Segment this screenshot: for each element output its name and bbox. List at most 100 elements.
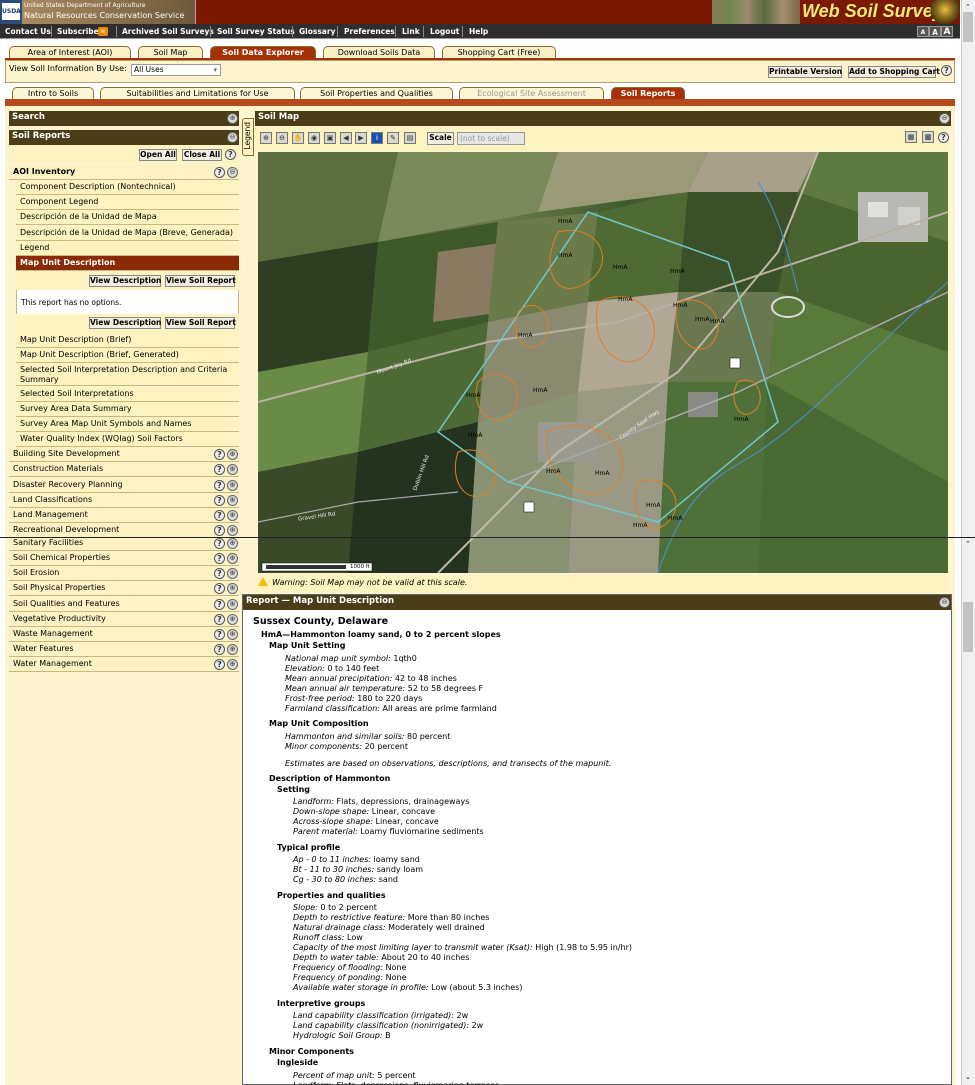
category-row[interactable]: Water Features <box>9 642 239 657</box>
view-by-use-select[interactable]: All Uses ▾ <box>131 64 221 76</box>
help-icon[interactable]: ? <box>214 495 225 506</box>
expand-icon[interactable]: ⊕ <box>227 464 238 475</box>
tab-soil-properties-qualities[interactable]: Soil Properties and Qualities <box>300 87 453 99</box>
category-row[interactable]: Waste Management <box>9 627 239 642</box>
category-row[interactable]: Building Site Development <box>9 447 239 462</box>
collapse-icon[interactable]: ⊖ <box>939 113 950 124</box>
help-icon[interactable]: ? <box>214 568 225 579</box>
scroll-down-icon[interactable]: ⌄ <box>965 1073 971 1081</box>
category-aoi-inventory[interactable]: AOI Inventory <box>9 165 239 180</box>
category-row[interactable]: Vegetative Productivity <box>9 612 239 627</box>
help-icon[interactable]: ? <box>214 510 225 521</box>
expand-icon[interactable]: ⊕ <box>227 480 238 491</box>
category-row[interactable]: Water Management <box>9 657 239 672</box>
font-size-large-button[interactable]: A <box>941 26 953 37</box>
map-overview-icon[interactable]: ▩ <box>922 131 934 143</box>
help-icon[interactable]: ? <box>225 149 236 160</box>
font-size-small-button[interactable]: A <box>917 26 929 37</box>
scroll-up-icon[interactable]: ⌃ <box>965 3 971 11</box>
scale-input[interactable]: (not to scale) <box>457 132 525 145</box>
help-icon[interactable]: ? <box>938 132 949 143</box>
expand-icon[interactable]: ⊕ <box>227 614 238 625</box>
category-row[interactable]: Soil Chemical Properties <box>9 551 239 566</box>
help-icon[interactable]: ? <box>214 449 225 460</box>
collapse-icon[interactable]: ⊖ <box>939 597 950 608</box>
category-row[interactable]: Soil Physical Properties <box>9 581 239 596</box>
help-icon[interactable]: ? <box>214 553 225 564</box>
help-icon[interactable]: ? <box>214 583 225 594</box>
close-all-button[interactable]: Close All <box>182 149 222 161</box>
aoi-extent-icon[interactable]: ▣ <box>324 132 336 144</box>
pan-hand-icon[interactable]: ✋ <box>292 132 304 144</box>
view-description-button[interactable]: View Description <box>89 317 161 329</box>
printable-version-button[interactable]: Printable Version <box>768 66 842 78</box>
scrollbar-thumb[interactable] <box>963 12 973 42</box>
report-item[interactable]: Selected Soil Interpretations <box>16 387 239 402</box>
report-item[interactable]: Water Quality Index (WQIag) Soil Factors <box>16 432 239 447</box>
category-row[interactable]: Soil Qualities and Features <box>9 597 239 612</box>
expand-icon[interactable]: ⊕ <box>227 538 238 549</box>
tab-ecological-site-assessment[interactable]: Ecological Site Assessment <box>459 87 604 99</box>
menu-contact-us[interactable]: Contact Us <box>5 27 51 36</box>
collapse-icon[interactable]: ⊖ <box>227 167 238 178</box>
add-to-shopping-cart-button[interactable]: Add to Shopping Cart <box>848 66 940 78</box>
category-row[interactable]: Disaster Recovery Planning <box>9 478 239 493</box>
menu-link[interactable]: Link <box>402 27 420 36</box>
zoom-out-icon[interactable]: ⊖ <box>276 132 288 144</box>
expand-icon[interactable]: ⊕ <box>227 568 238 579</box>
report-item[interactable]: Component Legend <box>16 195 239 210</box>
tab-suitabilities-limitations[interactable]: Suitabilities and Limitations for Use <box>100 87 295 99</box>
report-item[interactable]: Survey Area Data Summary <box>16 402 239 417</box>
help-icon[interactable]: ? <box>214 525 225 536</box>
full-extent-icon[interactable]: ◉ <box>308 132 320 144</box>
expand-icon[interactable]: ⊕ <box>227 659 238 670</box>
report-item[interactable]: Descripción de la Unidad de Mapa <box>16 210 239 225</box>
category-row[interactable]: Sanitary Facilities <box>9 536 239 551</box>
forward-arrow-icon[interactable]: ▶ <box>355 132 367 144</box>
menu-glossary[interactable]: Glossary <box>299 27 335 36</box>
view-description-button[interactable]: View Description <box>89 275 161 287</box>
help-icon[interactable]: ? <box>214 599 225 610</box>
help-icon[interactable]: ? <box>214 629 225 640</box>
print-icon[interactable]: ▤ <box>404 132 416 144</box>
category-row[interactable]: Soil Erosion <box>9 566 239 581</box>
view-soil-report-button[interactable]: View Soil Report <box>165 275 236 287</box>
scale-button[interactable]: Scale <box>427 132 454 145</box>
expand-icon[interactable]: ⊕ <box>227 644 238 655</box>
help-icon[interactable]: ? <box>214 644 225 655</box>
info-icon[interactable]: i <box>371 132 383 144</box>
help-icon[interactable]: ? <box>214 659 225 670</box>
help-icon[interactable]: ? <box>214 167 225 178</box>
soil-map-image[interactable]: HmA HmA HmA HmA HmA HmA HmA HmA HmA HmA … <box>258 152 948 573</box>
help-icon[interactable]: ? <box>214 480 225 491</box>
report-item[interactable]: Map Unit Description (Brief) <box>16 333 239 348</box>
collapse-icon[interactable]: ⊖ <box>227 132 238 143</box>
expand-icon[interactable]: ⊕ <box>227 449 238 460</box>
report-item[interactable]: Component Description (Nontechnical) <box>16 180 239 195</box>
soil-reports-panel-header[interactable]: Soil Reports <box>9 130 239 145</box>
category-row[interactable]: Land Management <box>9 508 239 523</box>
report-item[interactable]: Survey Area Map Unit Symbols and Names <box>16 417 239 432</box>
menu-logout[interactable]: Logout <box>430 27 459 36</box>
back-arrow-icon[interactable]: ◀ <box>340 132 352 144</box>
map-layers-icon[interactable]: ▦ <box>905 131 917 143</box>
help-icon[interactable]: ? <box>214 464 225 475</box>
scrollbar-thumb[interactable] <box>963 602 973 652</box>
zoom-in-icon[interactable]: ⊕ <box>260 132 272 144</box>
report-item-selected[interactable]: Map Unit Description <box>16 256 239 271</box>
report-item[interactable]: Descripción de la Unidad de Mapa (Breve,… <box>16 226 239 241</box>
open-all-button[interactable]: Open All <box>139 149 177 161</box>
scroll-up-icon[interactable]: ⌃ <box>965 540 971 548</box>
rss-icon[interactable]: ≋ <box>98 27 108 36</box>
expand-icon[interactable]: ⊕ <box>227 510 238 521</box>
menu-archived-soil-surveys[interactable]: Archived Soil Surveys <box>122 27 214 36</box>
report-item[interactable]: Map Unit Description (Brief, Generated) <box>16 348 239 363</box>
report-item[interactable]: Selected Soil Interpretation Description… <box>16 363 239 386</box>
menu-subscribe[interactable]: Subscribe <box>57 27 99 36</box>
help-icon[interactable]: ? <box>214 538 225 549</box>
expand-icon[interactable]: ⊕ <box>227 629 238 640</box>
menu-preferences[interactable]: Preferences <box>344 27 395 36</box>
tab-intro-to-soils[interactable]: Intro to Soils <box>12 87 94 99</box>
font-size-medium-button[interactable]: A <box>929 26 941 37</box>
help-icon[interactable]: ? <box>214 614 225 625</box>
